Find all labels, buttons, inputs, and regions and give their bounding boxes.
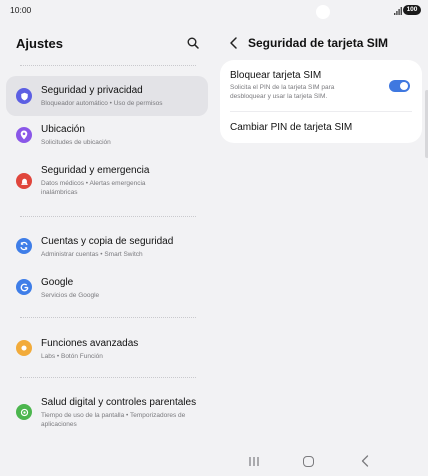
menu-item-accounts-backup[interactable]: Cuentas y copia de seguridad Administrar… bbox=[6, 228, 208, 264]
menu-item-security-privacy[interactable]: Seguridad y privacidad Bloqueador automá… bbox=[6, 76, 208, 116]
menu-item-location[interactable]: Ubicación Solicitudes de ubicación bbox=[6, 118, 208, 152]
settings-list-pane: Ajustes Seguridad y privacidad Bloqueado… bbox=[0, 24, 214, 444]
menu-item-title: Cuentas y copia de seguridad bbox=[41, 236, 174, 247]
location-icon bbox=[16, 127, 32, 143]
back-icon[interactable] bbox=[361, 455, 369, 467]
menu-item-subtitle: Labs • Botón Función bbox=[41, 353, 103, 360]
sim-security-pane: Seguridad de tarjeta SIM Bloquear tarjet… bbox=[214, 24, 428, 444]
divider bbox=[230, 111, 412, 112]
change-sim-pin-item[interactable]: Cambiar PIN de tarjeta SIM bbox=[230, 122, 352, 133]
status-time: 10:00 bbox=[10, 5, 32, 15]
menu-item-subtitle: Bloqueador automático • Uso de permisos bbox=[41, 100, 163, 107]
menu-item-google[interactable]: Google Servicios de Google bbox=[6, 270, 208, 304]
shield-icon bbox=[16, 88, 32, 104]
lock-sim-description: Solicita el PIN de la tarjeta SIM para d… bbox=[230, 84, 335, 100]
divider bbox=[20, 65, 196, 66]
page-title: Ajustes bbox=[16, 36, 63, 51]
menu-item-subtitle: Datos médicos • Alertas emergencia inalá… bbox=[41, 180, 146, 196]
navigation-bar bbox=[214, 448, 428, 476]
menu-item-subtitle: Tiempo de uso de la pantalla • Temporiza… bbox=[41, 412, 186, 428]
emergency-icon bbox=[16, 173, 32, 189]
divider bbox=[20, 317, 196, 318]
battery-icon: 100 bbox=[403, 5, 421, 15]
menu-item-subtitle: Administrar cuentas • Smart Switch bbox=[41, 251, 143, 258]
menu-item-title: Ubicación bbox=[41, 124, 85, 135]
menu-item-subtitle: Solicitudes de ubicación bbox=[41, 139, 111, 146]
home-icon[interactable] bbox=[303, 456, 314, 467]
menu-item-safety-emergency[interactable]: Seguridad y emergencia Datos médicos • A… bbox=[6, 158, 208, 206]
menu-item-title: Google bbox=[41, 277, 74, 288]
lock-sim-title: Bloquear tarjeta SIM bbox=[230, 70, 322, 81]
digital-wellbeing-icon bbox=[16, 404, 32, 420]
star-icon bbox=[16, 340, 32, 356]
menu-item-subtitle: Servicios de Google bbox=[41, 292, 100, 299]
menu-item-title: Seguridad y emergencia bbox=[41, 165, 150, 176]
menu-item-digital-wellbeing[interactable]: Salud digital y controles parentales Tie… bbox=[6, 390, 208, 434]
divider bbox=[20, 377, 196, 378]
search-icon[interactable] bbox=[187, 37, 199, 49]
divider bbox=[20, 216, 196, 217]
sim-settings-card: Bloquear tarjeta SIM Solicita el PIN de … bbox=[220, 60, 422, 143]
lock-sim-toggle[interactable] bbox=[389, 80, 410, 92]
sync-icon bbox=[16, 238, 32, 254]
toggle-knob bbox=[400, 82, 408, 90]
page-title: Seguridad de tarjeta SIM bbox=[248, 36, 389, 50]
recents-icon[interactable] bbox=[248, 456, 260, 467]
google-icon bbox=[16, 279, 32, 295]
menu-item-title: Salud digital y controles parentales bbox=[41, 397, 197, 408]
menu-item-title: Funciones avanzadas bbox=[41, 338, 139, 349]
signal-icon bbox=[394, 7, 402, 15]
camera-cutout bbox=[316, 5, 330, 19]
menu-item-advanced-features[interactable]: Funciones avanzadas Labs • Botón Función bbox=[6, 330, 208, 364]
menu-item-title: Seguridad y privacidad bbox=[41, 85, 143, 96]
status-bar: 10:00 100 bbox=[0, 0, 428, 24]
back-arrow-icon[interactable] bbox=[228, 36, 240, 50]
